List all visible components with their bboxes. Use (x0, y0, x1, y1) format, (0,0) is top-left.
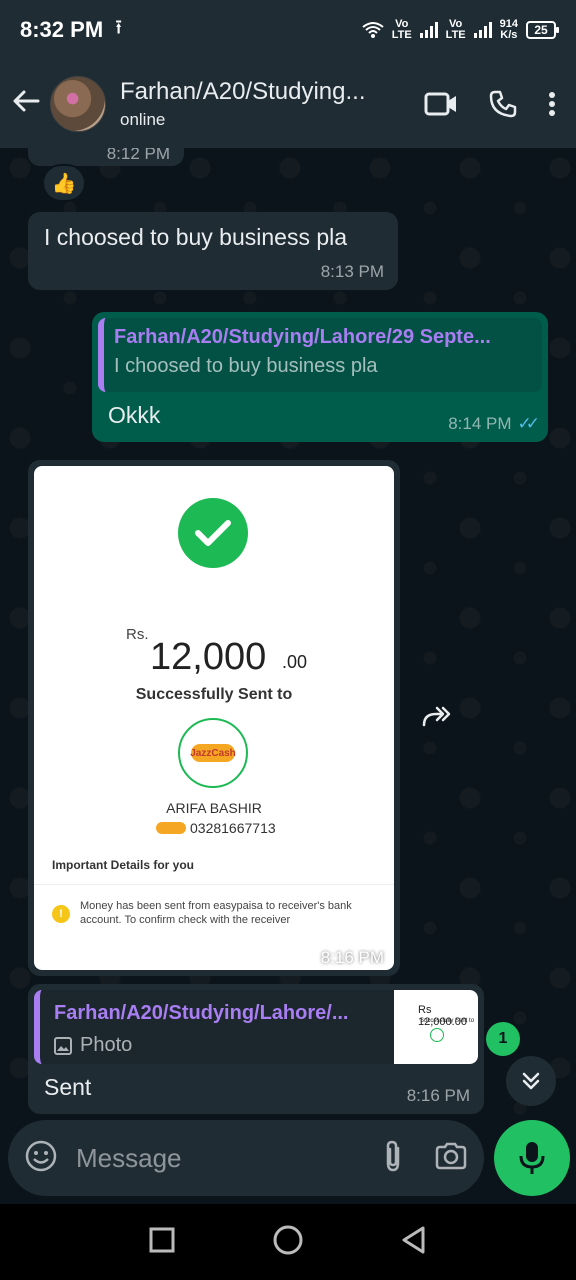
message-time: 8:16 PM (406, 1086, 470, 1105)
recents-icon[interactable] (149, 1227, 175, 1258)
android-nav-bar (0, 1204, 576, 1280)
message-input[interactable]: Message (76, 1143, 382, 1174)
attach-icon[interactable] (382, 1139, 404, 1178)
incoming-message[interactable]: Farhan/A20/Studying/Lahore/... Photo Rs … (28, 984, 484, 1114)
message-text: Okkk (108, 402, 161, 428)
details-heading: Important Details for you (52, 858, 195, 872)
network-speed: 914 K/s (499, 18, 518, 41)
emoji-icon[interactable] (24, 1139, 58, 1178)
back-nav-icon[interactable] (401, 1226, 427, 1259)
forward-icon[interactable] (412, 696, 466, 736)
quoted-sender: Farhan/A20/Studying/Lahore/29 Septe... (114, 326, 491, 348)
message-bubble-partial[interactable]: 8:12 PM (28, 148, 184, 166)
chat-title: Farhan/A20/Studying... (120, 78, 366, 105)
jazzcash-small-logo (156, 822, 186, 834)
message-time: 8:12 PM (106, 148, 170, 163)
status-time: 8:32 PM (20, 17, 104, 42)
quoted-reply[interactable]: Farhan/A20/Studying/Lahore/... Photo Rs … (34, 990, 478, 1064)
unread-badge[interactable]: 1 (486, 1022, 520, 1056)
camera-icon[interactable] (434, 1141, 468, 1176)
notice: ! Money has been sent from easypaisa to … (34, 884, 394, 944)
info-icon: ! (52, 905, 70, 923)
message-text: I choosed to buy business pla (44, 224, 348, 250)
upload-icon: ⭱ (115, 17, 123, 39)
reaction-thumbs-up[interactable]: 👍 (42, 164, 86, 202)
video-call-icon[interactable] (424, 91, 458, 117)
chat-header: Farhan/A20/Studying... online (0, 60, 576, 148)
contact-info[interactable]: Farhan/A20/Studying... online (120, 78, 370, 130)
message-time: 8:14 PM (448, 414, 512, 433)
quoted-sender: Farhan/A20/Studying/Lahore/... (54, 1002, 349, 1024)
incoming-message[interactable]: I choosed to buy business pla 8:13 PM (28, 212, 398, 290)
contact-avatar[interactable] (50, 76, 106, 132)
back-arrow-icon[interactable] (12, 87, 44, 121)
message-time: 8:13 PM (320, 262, 384, 281)
message-text: Sent (44, 1074, 92, 1100)
thumbnail-amount: Rs 12,000.00 (418, 1004, 467, 1028)
chat-area[interactable]: 8:12 PM 👍 I choosed to buy business pla … (0, 148, 576, 1120)
signal-icon (419, 22, 438, 38)
logo-text: JazzCash (190, 744, 236, 762)
thumbnail-logo (430, 1028, 444, 1042)
status-icons: Vo LTE Vo LTE 914 K/s 25 (362, 18, 559, 41)
home-icon[interactable] (273, 1225, 303, 1260)
mic-button[interactable] (494, 1120, 570, 1196)
jazzcash-logo: JazzCash (178, 718, 248, 788)
signal-icon (473, 22, 492, 38)
success-check-icon (178, 498, 248, 568)
recipient-phone: 03281667713 (190, 820, 276, 836)
quoted-text: I choosed to buy business pla (114, 355, 378, 377)
sent-label: Successfully Sent to (135, 686, 293, 703)
thumbnail-sent: Successfully Sent to (420, 1018, 475, 1024)
message-time: 8:16 PM (320, 948, 384, 967)
amount: 12,000 (150, 636, 267, 678)
wifi-icon (362, 22, 384, 38)
battery-icon: 25 (526, 21, 559, 39)
message-meta: 8:14 PM ✓✓ (448, 414, 540, 434)
currency-label: Rs. (126, 626, 149, 643)
more-options-icon[interactable] (548, 91, 556, 117)
quoted-reply[interactable]: Farhan/A20/Studying/Lahore/29 Septe... I… (98, 318, 542, 392)
battery-level: 25 (534, 23, 548, 37)
network-label-2: Vo LTE (445, 18, 466, 41)
quoted-photo-label: Photo (54, 1034, 132, 1057)
message-composer: Message (8, 1120, 484, 1196)
outgoing-message[interactable]: Farhan/A20/Studying/Lahore/29 Septe... I… (92, 312, 548, 442)
status-bar: 8:32 PM ⭱ Vo LTE Vo LTE 914 K/s 25 (0, 0, 576, 60)
double-chevron-down-icon (522, 1072, 540, 1090)
photo-icon (54, 1036, 72, 1055)
voice-call-icon[interactable] (488, 89, 518, 119)
payment-receipt-image[interactable]: Rs. 12,000 .00 Successfully Sent to Jazz… (34, 466, 394, 970)
recipient-phone-row: 03281667713 (156, 820, 276, 836)
scroll-down-button[interactable] (506, 1056, 556, 1106)
notice-text: Money has been sent from easypaisa to re… (80, 900, 352, 926)
read-ticks-icon: ✓✓ (517, 414, 540, 433)
amount-decimal: .00 (282, 652, 308, 672)
chat-status: online (120, 110, 166, 129)
network-label-1: Vo LTE (391, 18, 412, 41)
quoted-type: Photo (80, 1034, 133, 1056)
recipient-name: ARIFA BASHIR (166, 800, 262, 816)
mic-icon (519, 1142, 545, 1174)
image-message[interactable]: Rs. 12,000 .00 Successfully Sent to Jazz… (28, 460, 400, 976)
quoted-thumbnail: Rs 12,000.00 Successfully Sent to (394, 990, 478, 1064)
